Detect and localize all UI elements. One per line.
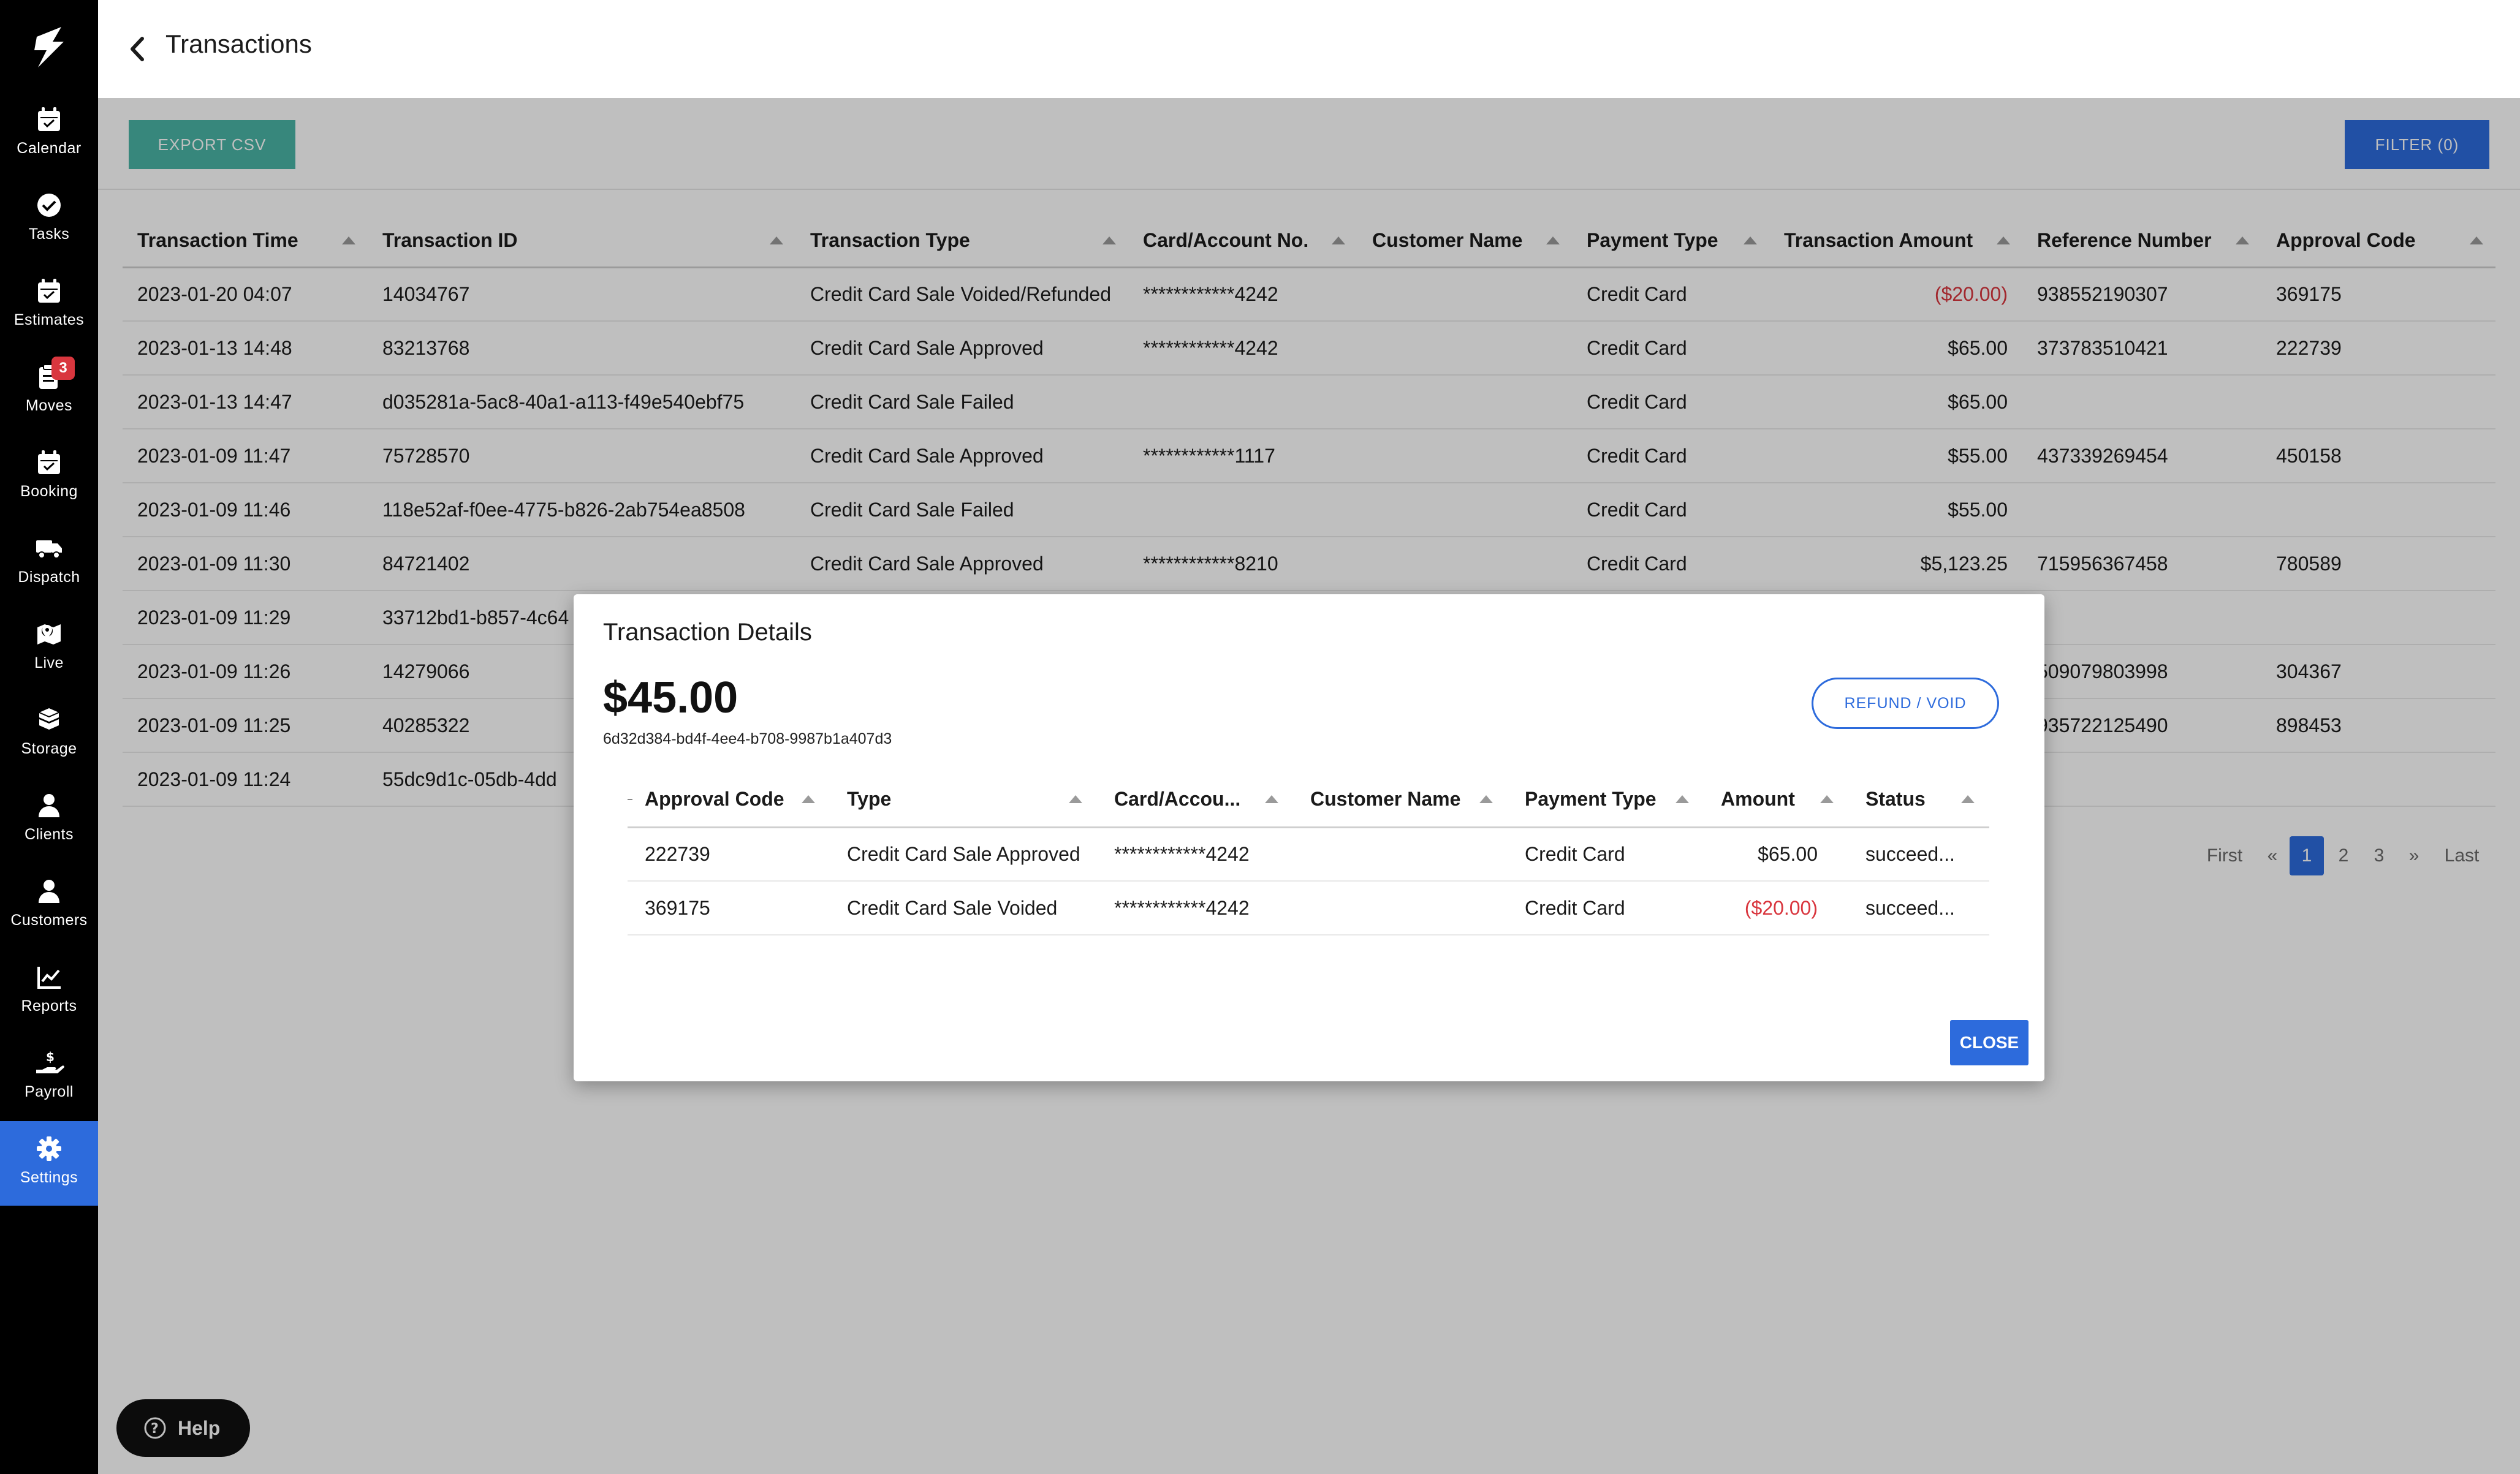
sidebar-item-live[interactable]: Live [0, 607, 98, 691]
sidebar-item-label: Clients [25, 826, 74, 843]
column-header[interactable]: Approval Code [628, 772, 830, 828]
sidebar-item-reports[interactable]: Reports [0, 950, 98, 1034]
column-header[interactable]: Type [830, 772, 1097, 828]
sidebar-item-label: Tasks [28, 225, 70, 243]
close-button[interactable]: CLOSE [1950, 1020, 2029, 1065]
sidebar-item-estimates[interactable]: Estimates [0, 263, 98, 348]
sort-arrow-icon[interactable] [1069, 795, 1082, 803]
sidebar-item-customers[interactable]: Customers [0, 864, 98, 948]
amount-cell: ($20.00) [1704, 881, 1848, 935]
sort-arrow-icon[interactable] [802, 795, 815, 803]
column-header[interactable]: Card/Accou... [1097, 772, 1293, 828]
chevron-left-icon[interactable] [123, 34, 153, 64]
transaction-amount: $45.00 [603, 673, 738, 722]
table-row[interactable]: 369175 Credit Card Sale Voided ***********… [628, 881, 1989, 935]
sidebar-item-label: Estimates [13, 311, 85, 328]
cell [1293, 881, 1508, 935]
sort-arrow-icon[interactable] [1961, 795, 1975, 803]
cell: Credit Card Sale Voided [830, 881, 1097, 935]
sidebar-item-payroll[interactable]: $ Payroll [0, 1035, 98, 1120]
sidebar-item-settings[interactable]: Settings [0, 1121, 98, 1206]
calendar-check-icon [38, 450, 60, 474]
gear-icon [37, 1136, 61, 1161]
transaction-detail-table: Approval Code Type Card/Accou... Custome… [628, 772, 1989, 935]
sort-arrow-icon[interactable] [1265, 795, 1278, 803]
sort-arrow-icon[interactable] [1479, 795, 1493, 803]
map-pin-icon [37, 624, 61, 644]
calendar-check-icon [38, 279, 60, 303]
table-row[interactable]: 222739 Credit Card Sale Approved *********… [628, 827, 1989, 882]
page-header: Transactions [98, 0, 2520, 98]
cell: Credit Card [1508, 881, 1704, 935]
chart-line-icon [37, 967, 61, 989]
svg-text:$: $ [46, 1049, 55, 1064]
status-cell: succeed... [1848, 881, 1989, 935]
transaction-details-modal: Transaction Details $45.00 6d32d384-bd4f… [574, 594, 2044, 1081]
sidebar-item-tasks[interactable]: Tasks [0, 178, 98, 262]
sidebar-item-label: Settings [20, 1169, 78, 1186]
calendar-icon [38, 107, 60, 131]
cell [1293, 827, 1508, 882]
sidebar-item-calendar[interactable]: Calendar [0, 92, 98, 176]
modal-title: Transaction Details [603, 619, 812, 646]
sidebar-item-moves[interactable]: 3 Moves [0, 349, 98, 434]
boxes-icon [39, 708, 59, 730]
sidebar-item-label: Storage [21, 740, 77, 757]
cell: 369175 [628, 881, 830, 935]
sidebar: Calendar Tasks Estimates 3 Moves Booking… [0, 0, 98, 1474]
sidebar-item-label: Customers [10, 912, 88, 929]
refund-void-button[interactable]: REFUND / VOID [1812, 678, 1999, 729]
brand-logo[interactable] [26, 23, 72, 70]
column-header[interactable]: Amount [1704, 772, 1848, 828]
column-header[interactable]: Status [1848, 772, 1989, 828]
sidebar-item-label: Live [34, 654, 64, 671]
cell: Credit Card [1508, 827, 1704, 882]
page-title: Transactions [165, 29, 312, 58]
status-cell: succeed... [1848, 827, 1989, 882]
transaction-id: 6d32d384-bd4f-4ee4-b708-9987b1a407d3 [603, 730, 892, 747]
table-header-row: Approval Code Type Card/Accou... Custome… [628, 772, 1989, 828]
sidebar-item-label: Payroll [25, 1083, 74, 1100]
user-icon [39, 794, 59, 817]
sidebar-item-label: Dispatch [18, 569, 80, 586]
sidebar-item-label: Booking [20, 483, 78, 500]
sidebar-item-label: Moves [25, 397, 73, 414]
cell: 222739 [628, 827, 830, 882]
cell: Credit Card Sale Approved [830, 827, 1097, 882]
amount-cell: $65.00 [1704, 827, 1848, 882]
sidebar-item-clients[interactable]: Clients [0, 778, 98, 863]
sidebar-item-label: Reports [21, 997, 77, 1015]
check-circle-icon [37, 194, 61, 217]
column-header[interactable]: Customer Name [1293, 772, 1508, 828]
column-header[interactable]: Payment Type [1508, 772, 1704, 828]
cell: ************4242 [1097, 881, 1293, 935]
sort-arrow-icon[interactable] [1820, 795, 1834, 803]
hand-dollar-icon: $ [36, 1049, 64, 1073]
sidebar-item-label: Calendar [17, 140, 82, 157]
sidebar-item-booking[interactable]: Booking [0, 435, 98, 520]
notification-badge: 3 [51, 357, 75, 380]
truck-icon [36, 540, 62, 559]
sidebar-item-dispatch[interactable]: Dispatch [0, 521, 98, 605]
user-icon [39, 880, 59, 903]
sort-arrow-icon[interactable] [1676, 795, 1689, 803]
cell: ************4242 [1097, 827, 1293, 882]
sidebar-item-storage[interactable]: Storage [0, 692, 98, 777]
